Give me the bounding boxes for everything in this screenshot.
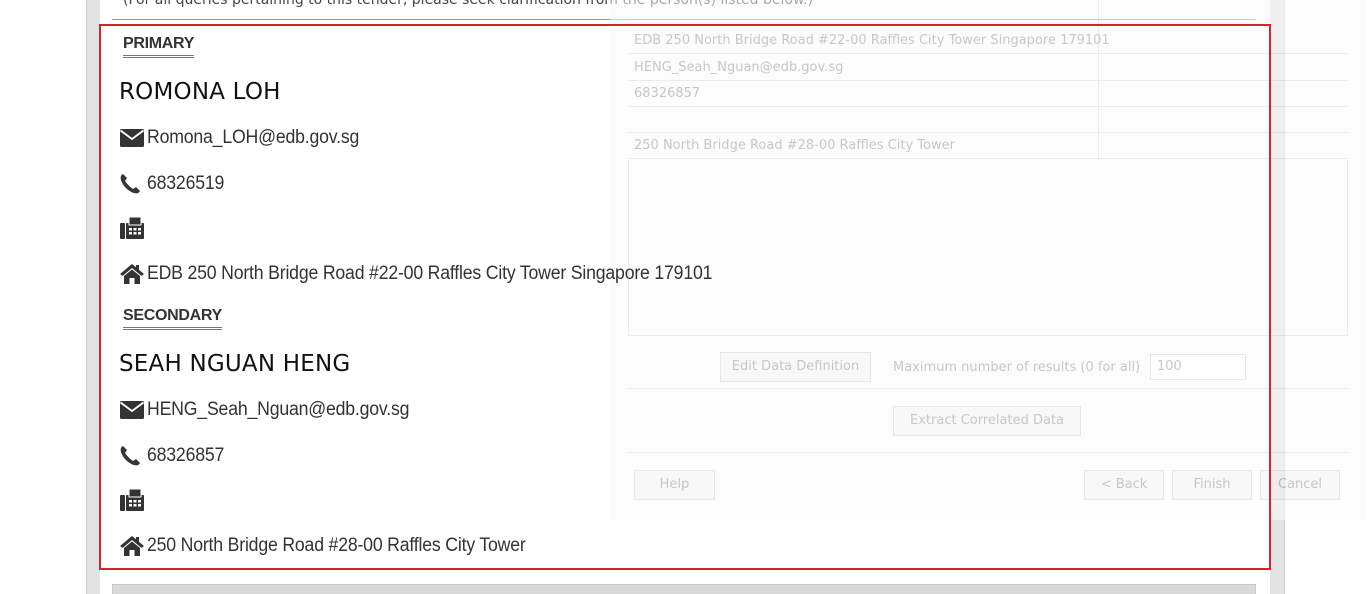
contacts-highlight-frame — [99, 24, 1271, 570]
primary-address: EDB 250 North Bridge Road #22-00 Raffles… — [147, 263, 713, 284]
secondary-phone-line: 68326857 — [119, 444, 230, 468]
primary-phone-line: 68326519 — [119, 172, 230, 196]
primary-fax-line — [119, 216, 147, 240]
secondary-section-label: SECONDARY — [123, 307, 222, 330]
primary-contact-name: ROMONA LOH — [119, 79, 281, 105]
phone-icon — [119, 172, 147, 196]
secondary-phone: 68326857 — [147, 445, 225, 466]
secondary-fax-line — [119, 488, 147, 512]
secondary-address-line: 250 North Bridge Road #28-00 Raffles Cit… — [119, 534, 554, 558]
secondary-address: 250 North Bridge Road #28-00 Raffles Cit… — [147, 535, 526, 556]
cancel-button[interactable]: Cancel — [1260, 470, 1340, 500]
fax-icon — [119, 488, 147, 512]
home-icon — [119, 262, 147, 286]
home-icon — [119, 534, 147, 558]
phone-icon — [119, 444, 147, 468]
page-gutter-left — [86, 0, 100, 594]
secondary-email-line: HENG_Seah_Nguan@edb.gov.sg — [119, 398, 429, 422]
envelope-icon — [119, 126, 147, 150]
primary-email-link[interactable]: Romona_LOH@edb.gov.sg — [147, 127, 359, 149]
secondary-contact-name: SEAH NGUAN HENG — [119, 351, 351, 377]
bottom-panel-edge — [112, 584, 1256, 594]
fax-icon — [119, 216, 147, 240]
primary-address-line: EDB 250 North Bridge Road #22-00 Raffles… — [119, 262, 755, 286]
envelope-icon — [119, 398, 147, 422]
secondary-email-link[interactable]: HENG_Seah_Nguan@edb.gov.sg — [147, 399, 409, 421]
primary-phone: 68326519 — [147, 173, 225, 194]
primary-section-label: PRIMARY — [123, 35, 194, 58]
primary-email-line: Romona_LOH@edb.gov.sg — [119, 126, 375, 150]
